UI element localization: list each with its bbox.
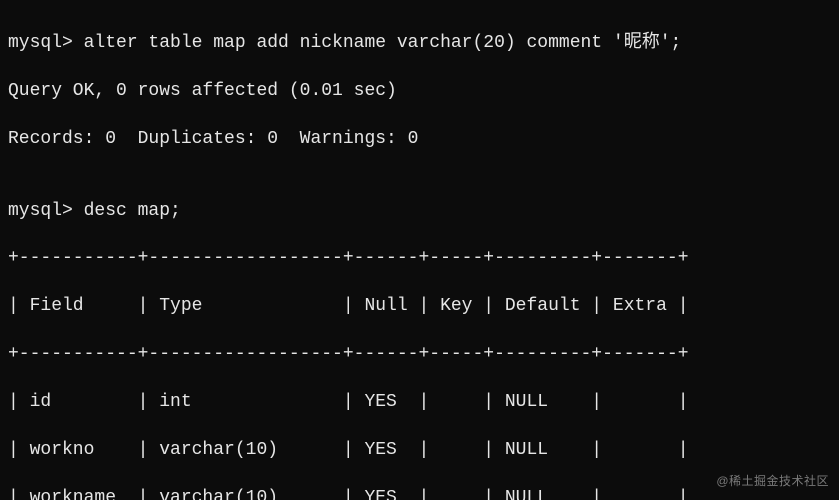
table-row: | workname | varchar(10) | YES | | NULL … [8,487,831,500]
desc-command: desc map; [84,201,181,221]
mysql-prompt: mysql> [8,201,84,221]
cmd-line-2: mysql> desc map; [8,200,831,224]
query-ok-line: Query OK, 0 rows affected (0.01 sec) [8,80,831,104]
table-header-row: | Field | Type | Null | Key | Default | … [8,295,831,319]
watermark-text: @稀土掘金技术社区 [716,474,829,490]
table-border-mid: +-----------+------------------+------+-… [8,343,831,367]
table-border-top: +-----------+------------------+------+-… [8,247,831,271]
terminal-window[interactable]: mysql> alter table map add nickname varc… [0,0,839,500]
table-row: | workno | varchar(10) | YES | | NULL | … [8,439,831,463]
records-line: Records: 0 Duplicates: 0 Warnings: 0 [8,128,831,152]
cmd-line-1: mysql> alter table map add nickname varc… [8,32,831,56]
alter-table-command: alter table map add nickname varchar(20)… [84,33,682,53]
mysql-prompt: mysql> [8,33,84,53]
table-row: | id | int | YES | | NULL | | [8,391,831,415]
